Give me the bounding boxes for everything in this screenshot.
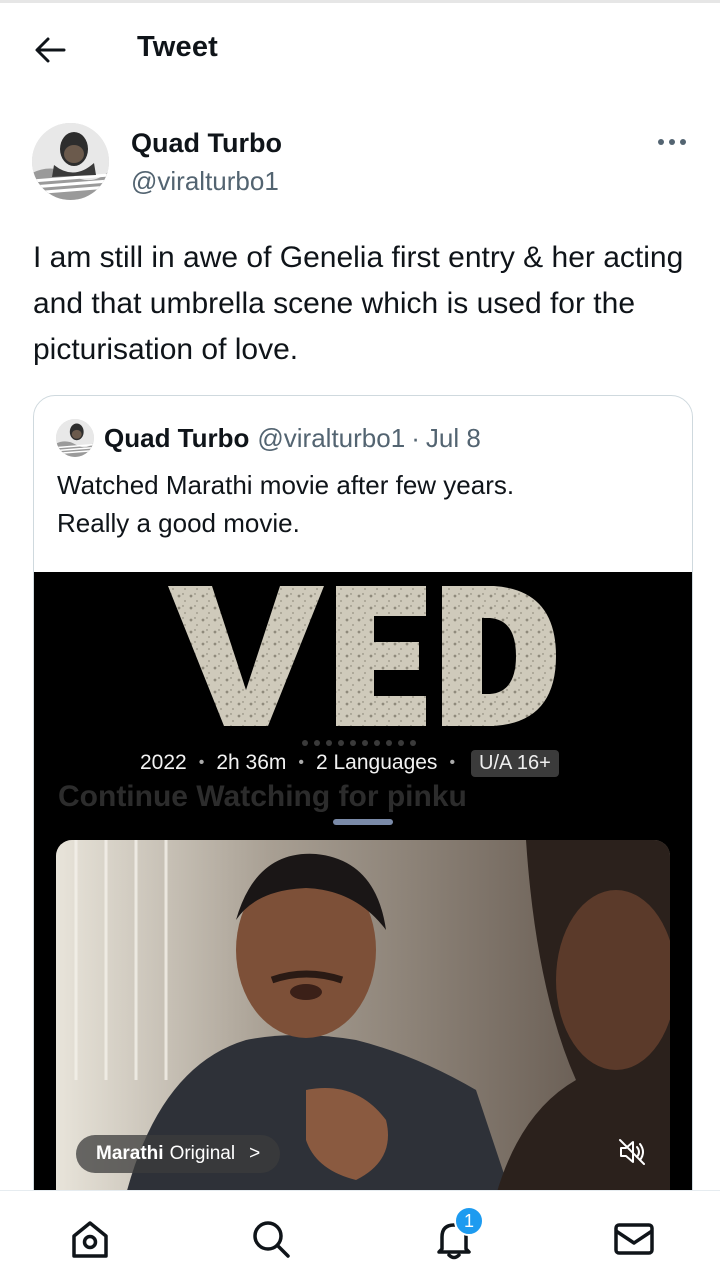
quoted-media-image[interactable]: 2022 • 2h 36m • 2 Languages • U/A 16+ Co…	[34, 572, 692, 1236]
chevron-right-icon: >	[249, 1143, 261, 1164]
movie-title-logo	[168, 586, 556, 726]
badge-label: Original	[169, 1143, 236, 1164]
notification-count-badge: 1	[454, 1206, 484, 1236]
nav-messages[interactable]	[610, 1215, 658, 1263]
movie-year: 2022	[140, 751, 187, 774]
more-horizontal-icon	[658, 139, 686, 145]
movie-scene-illustration	[56, 840, 670, 1236]
quoted-text-line: Really a good movie.	[57, 508, 300, 538]
tweet-text: I am still in awe of Genelia first entry…	[33, 241, 684, 366]
meta-separator: •	[298, 754, 304, 771]
author-name[interactable]: Quad Turbo	[131, 128, 282, 159]
badge-language: Marathi	[96, 1143, 164, 1164]
mail-icon	[614, 1223, 654, 1255]
quoted-author-name: Quad Turbo	[104, 422, 250, 453]
separator-dot: ·	[411, 422, 420, 453]
arrow-left-icon	[35, 37, 66, 63]
back-button[interactable]	[22, 27, 78, 73]
mute-button[interactable]	[612, 1134, 652, 1170]
tweet-author: Quad Turbo @viralturbo1	[32, 123, 692, 203]
movie-duration: 2h 36m	[216, 751, 287, 774]
movie-languages: 2 Languages	[315, 751, 438, 774]
speaker-muted-icon	[619, 1139, 645, 1165]
avatar[interactable]	[32, 123, 109, 200]
quoted-tweet-text: Watched Marathi movie after few years. R…	[57, 466, 667, 542]
header: Tweet	[0, 3, 720, 95]
movie-still	[56, 840, 670, 1236]
avatar-image	[32, 123, 109, 200]
quoted-author-handle: @viralturbo1	[257, 422, 406, 453]
movie-meta: 2022 • 2h 36m • 2 Languages • U/A 16+	[140, 748, 559, 778]
meta-separator: •	[449, 754, 456, 771]
home-icon	[72, 1221, 108, 1258]
quoted-date: Jul 8	[425, 422, 481, 453]
author-handle[interactable]: @viralturbo1	[131, 166, 279, 197]
rating-badge: U/A 16+	[471, 749, 559, 777]
search-icon	[253, 1221, 290, 1258]
meta-separator: •	[198, 754, 205, 771]
nav-search[interactable]	[247, 1215, 295, 1263]
drag-handle	[333, 819, 393, 825]
bottom-navigation: 1	[0, 1190, 720, 1281]
quoted-avatar	[56, 419, 94, 457]
carousel-dots	[302, 740, 416, 746]
quoted-text-line: Watched Marathi movie after few years.	[57, 470, 515, 500]
nav-home[interactable]	[66, 1215, 114, 1263]
continue-watching-label: Continue Watching for pinku	[58, 780, 467, 813]
avatar-image	[56, 419, 94, 457]
more-button[interactable]	[652, 127, 692, 157]
quoted-tweet[interactable]: Quad Turbo @viralturbo1 · Jul 8 Watched …	[33, 395, 693, 1237]
page-title: Tweet	[137, 31, 219, 63]
quoted-tweet-header: Quad Turbo @viralturbo1 · Jul 8	[56, 418, 481, 458]
marathi-original-badge[interactable]: Marathi Original >	[76, 1135, 281, 1173]
